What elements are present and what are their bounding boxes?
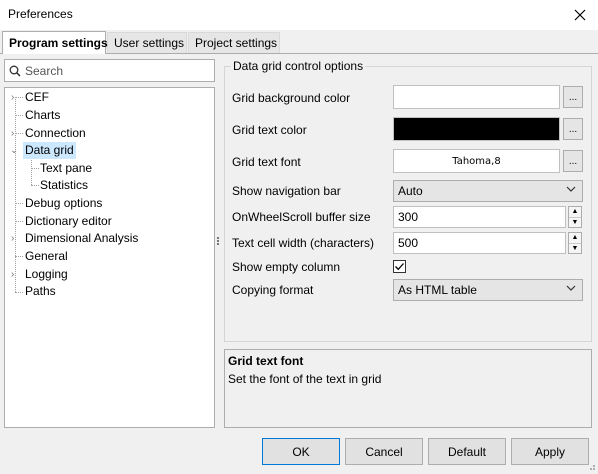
expand-chevron-icon[interactable]: ›	[11, 230, 14, 247]
ok-button[interactable]: OK	[262, 438, 340, 465]
grid-bg-color-label: Grid background color	[232, 91, 351, 105]
tree-item-text-pane[interactable]: Text pane	[40, 160, 92, 177]
grid-text-font-field[interactable]: Tahoma,8	[393, 149, 560, 173]
nav-bar-select[interactable]: Auto	[393, 180, 583, 202]
grid-text-font-label: Grid text font	[232, 155, 301, 169]
chevron-down-icon	[566, 283, 576, 296]
tree-item-statistics[interactable]: Statistics	[40, 177, 88, 194]
wheel-buffer-input[interactable]: 300	[393, 206, 566, 228]
default-button[interactable]: Default	[428, 438, 506, 465]
description-title: Grid text font	[228, 354, 304, 368]
tab-program-settings[interactable]: Program settings	[2, 31, 108, 54]
chevron-down-icon	[566, 184, 576, 197]
close-icon[interactable]	[568, 3, 592, 27]
grid-bg-color-browse-button[interactable]: ...	[563, 86, 583, 108]
collapse-chevron-icon[interactable]: ⌄	[10, 142, 18, 159]
apply-button[interactable]: Apply	[511, 438, 589, 465]
stepper-down-icon[interactable]: ▼	[569, 216, 581, 228]
tree-item-connection[interactable]: Connection	[25, 125, 86, 142]
nav-bar-label: Show navigation bar	[232, 184, 341, 198]
splitter-handle[interactable]	[216, 236, 220, 250]
empty-column-label: Show empty column	[232, 260, 341, 274]
description-text: Set the font of the text in grid	[228, 372, 382, 386]
cell-width-label: Text cell width (characters)	[232, 236, 375, 250]
tree-item-general[interactable]: General	[25, 248, 68, 265]
cell-width-stepper[interactable]: ▲ ▼	[568, 232, 582, 254]
tree-item-dimensional-analysis[interactable]: Dimensional Analysis	[25, 230, 138, 247]
cell-width-input[interactable]: 500	[393, 232, 566, 254]
settings-tree[interactable]: › CEF Charts › Connection ⌄ Data grid Te…	[4, 87, 215, 428]
resize-grip-icon[interactable]	[586, 460, 596, 470]
tree-item-dictionary-editor[interactable]: Dictionary editor	[25, 213, 112, 230]
copy-format-select[interactable]: As HTML table	[393, 279, 583, 301]
tree-item-data-grid[interactable]: Data grid	[23, 142, 76, 159]
title-bar	[0, 0, 598, 30]
expand-chevron-icon[interactable]: ›	[11, 89, 14, 106]
expand-chevron-icon[interactable]: ›	[11, 125, 14, 142]
wheel-buffer-stepper[interactable]: ▲ ▼	[568, 206, 582, 228]
search-icon	[5, 65, 25, 77]
description-panel: Grid text font Set the font of the text …	[224, 349, 592, 428]
copy-format-value: As HTML table	[398, 283, 477, 297]
tree-item-logging[interactable]: Logging	[25, 266, 68, 283]
checkmark-icon	[395, 263, 404, 271]
grid-bg-color-swatch[interactable]	[393, 85, 560, 109]
tree-item-paths[interactable]: Paths	[25, 283, 56, 300]
empty-column-checkbox[interactable]	[393, 260, 406, 273]
grid-text-color-swatch[interactable]	[393, 117, 560, 141]
group-title: Data grid control options	[231, 59, 366, 73]
search-placeholder: Search	[25, 63, 64, 78]
stepper-down-icon[interactable]: ▼	[569, 242, 581, 254]
wheel-buffer-label: OnWheelScroll buffer size	[232, 210, 371, 224]
tab-project-settings[interactable]: Project settings	[188, 32, 280, 53]
cancel-button[interactable]: Cancel	[345, 438, 423, 465]
window-title: Preferences	[8, 7, 73, 21]
grid-text-color-browse-button[interactable]: ...	[563, 118, 583, 140]
tree-item-debug-options[interactable]: Debug options	[25, 195, 102, 212]
nav-bar-value: Auto	[398, 184, 423, 198]
expand-chevron-icon[interactable]: ›	[11, 266, 14, 283]
copy-format-label: Copying format	[232, 283, 314, 297]
stepper-up-icon[interactable]: ▲	[569, 233, 581, 243]
tree-item-charts[interactable]: Charts	[25, 107, 60, 124]
search-input[interactable]: Search	[4, 59, 215, 82]
tree-item-cef[interactable]: CEF	[25, 89, 49, 106]
grid-text-font-browse-button[interactable]: ...	[563, 150, 583, 172]
tab-user-settings[interactable]: User settings	[107, 32, 187, 53]
stepper-up-icon[interactable]: ▲	[569, 207, 581, 217]
grid-text-color-label: Grid text color	[232, 123, 307, 137]
